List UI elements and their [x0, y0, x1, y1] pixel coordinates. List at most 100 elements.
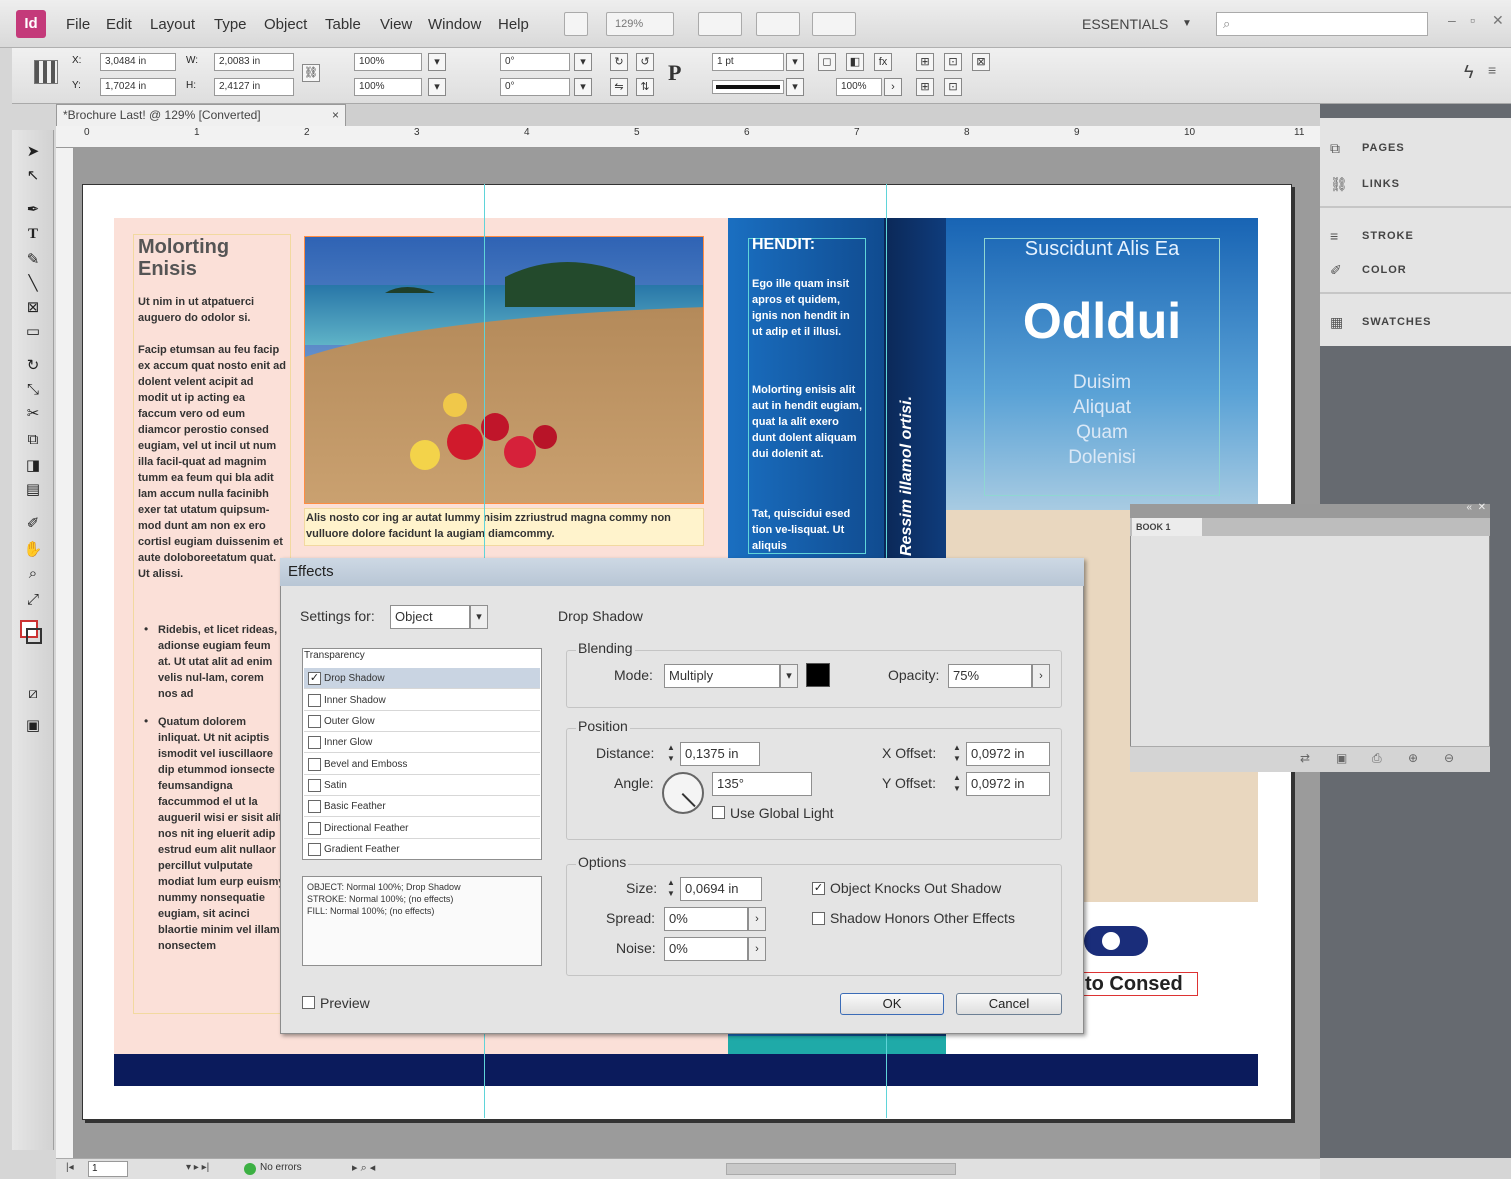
- pencil-tool-icon[interactable]: ✎: [22, 250, 44, 270]
- effects-list-item[interactable]: Outer Glow: [304, 711, 540, 732]
- shear-dropdown-icon[interactable]: ▾: [574, 78, 592, 96]
- hand-tool-icon[interactable]: ✋: [22, 540, 44, 560]
- direct-selection-tool-icon[interactable]: ↖: [22, 166, 44, 186]
- angle-dial[interactable]: [662, 772, 704, 814]
- line-tool-icon[interactable]: ╲: [22, 274, 44, 294]
- x-field[interactable]: 3,0484 in: [100, 53, 176, 71]
- scale-y-field[interactable]: 100%: [354, 78, 422, 96]
- synchronize-icon[interactable]: ⇄: [1300, 751, 1310, 765]
- checkbox[interactable]: [308, 736, 321, 749]
- honors-effects-checkbox[interactable]: [812, 912, 825, 925]
- scale-x-dropdown-icon[interactable]: ▾: [428, 53, 446, 71]
- x-offset-field[interactable]: 0,0972 in: [966, 742, 1050, 766]
- menu-table[interactable]: Table: [325, 16, 361, 33]
- zoom-select[interactable]: 129%: [606, 12, 674, 36]
- lightning-icon[interactable]: ϟ: [1464, 62, 1474, 83]
- select-container-icon[interactable]: ◻: [818, 53, 836, 71]
- noise-field[interactable]: 0%: [664, 937, 748, 961]
- dock-item-color[interactable]: COLOR: [1362, 264, 1407, 276]
- stroke-type-select[interactable]: [712, 80, 784, 94]
- checkbox[interactable]: [308, 694, 321, 707]
- menu-file[interactable]: File: [66, 16, 90, 33]
- size-field[interactable]: 0,0694 in: [680, 877, 762, 901]
- gradient-tool-icon[interactable]: ◨: [22, 456, 44, 476]
- beach-photo[interactable]: [304, 236, 704, 504]
- stroke-swatch-icon[interactable]: [26, 628, 42, 644]
- reference-point-icon[interactable]: [34, 60, 58, 84]
- menu-type[interactable]: Type: [214, 16, 247, 33]
- pen-tool-icon[interactable]: ✒: [22, 200, 44, 220]
- chevron-down-icon[interactable]: ▼: [1182, 18, 1192, 29]
- menu-object[interactable]: Object: [264, 16, 307, 33]
- flip-vertical-icon[interactable]: ⇅: [636, 78, 654, 96]
- height-field[interactable]: 2,4127 in: [214, 78, 294, 96]
- free-transform-tool-icon[interactable]: ⧉: [22, 430, 44, 450]
- effects-list-item[interactable]: Gradient Feather: [304, 839, 540, 860]
- chevron-down-icon[interactable]: ▾: [470, 605, 488, 629]
- center-content-icon[interactable]: ⊠: [972, 53, 990, 71]
- rotate-cw-icon[interactable]: ↻: [610, 53, 628, 71]
- y-offset-field[interactable]: 0,0972 in: [966, 772, 1050, 796]
- menu-layout[interactable]: Layout: [150, 16, 195, 33]
- stepper-icon[interactable]: ▲ ▼: [666, 742, 676, 764]
- document-tab[interactable]: *Brochure Last! @ 129% [Converted] ×: [56, 104, 346, 126]
- opacity-field[interactable]: 75%: [948, 664, 1032, 688]
- chevron-right-icon[interactable]: ›: [1032, 664, 1050, 688]
- effects-list-item[interactable]: Satin: [304, 775, 540, 796]
- type-tool-icon[interactable]: T: [22, 224, 44, 244]
- effects-list-item[interactable]: Basic Feather: [304, 796, 540, 817]
- fit-proportionally-icon[interactable]: ⊡: [944, 78, 962, 96]
- note-tool-icon[interactable]: ▤: [22, 480, 44, 500]
- preview-checkbox[interactable]: [302, 996, 315, 1009]
- first-page-icon[interactable]: |◂: [66, 1162, 74, 1173]
- scale-y-dropdown-icon[interactable]: ▾: [428, 78, 446, 96]
- opacity-field[interactable]: 100%: [836, 78, 882, 96]
- measure-tool-icon[interactable]: ⤢: [22, 590, 44, 610]
- save-book-icon[interactable]: ▣: [1336, 751, 1347, 765]
- shadow-color-swatch[interactable]: [806, 663, 830, 687]
- scale-tool-icon[interactable]: ⤡: [22, 380, 44, 400]
- dock-item-pages[interactable]: PAGES: [1362, 142, 1405, 154]
- checkbox[interactable]: [308, 715, 321, 728]
- page-nav-icon[interactable]: ▾ ▸ ▸|: [186, 1162, 209, 1173]
- dock-item-links[interactable]: LINKS: [1362, 178, 1400, 190]
- bridge-icon[interactable]: [564, 12, 588, 36]
- menu-window[interactable]: Window: [428, 16, 481, 33]
- effects-list-item[interactable]: Directional Feather: [304, 818, 540, 839]
- flip-horizontal-icon[interactable]: ⇋: [610, 78, 628, 96]
- menu-help[interactable]: Help: [498, 16, 529, 33]
- search-input[interactable]: ⌕: [1216, 12, 1428, 36]
- effects-list-item[interactable]: Bevel and Emboss: [304, 754, 540, 775]
- ok-button[interactable]: OK: [840, 993, 944, 1015]
- rotate-dropdown-icon[interactable]: ▾: [574, 53, 592, 71]
- y-field[interactable]: 1,7024 in: [100, 78, 176, 96]
- use-global-light-checkbox[interactable]: [712, 806, 725, 819]
- rotate-tool-icon[interactable]: ↻: [22, 356, 44, 376]
- angle-field[interactable]: 135°: [712, 772, 812, 796]
- checkbox[interactable]: [308, 779, 321, 792]
- checkbox[interactable]: [308, 800, 321, 813]
- screen-mode-icon[interactable]: [756, 12, 800, 36]
- rectangle-frame-tool-icon[interactable]: ⊠: [22, 298, 44, 318]
- distance-field[interactable]: 0,1375 in: [680, 742, 760, 766]
- menu-view[interactable]: View: [380, 16, 412, 33]
- horizontal-scrollbar[interactable]: [726, 1163, 956, 1175]
- rectangle-tool-icon[interactable]: ▭: [22, 322, 44, 342]
- preflight-menu-icon[interactable]: ▸ ⌕ ◂: [352, 1161, 375, 1175]
- effects-list-item[interactable]: Inner Glow: [304, 732, 540, 753]
- collapse-icon[interactable]: «: [1466, 502, 1472, 513]
- screen-mode-tool-icon[interactable]: ▣: [22, 716, 44, 736]
- rotate-ccw-icon[interactable]: ↺: [636, 53, 654, 71]
- minimize-icon[interactable]: –: [1448, 12, 1456, 28]
- stroke-weight-field[interactable]: 1 pt: [712, 53, 784, 71]
- zoom-tool-icon[interactable]: ⌕: [22, 564, 44, 584]
- paragraph-icon[interactable]: P: [668, 60, 681, 86]
- fill-frame-icon[interactable]: ⊞: [916, 78, 934, 96]
- arrange-documents-icon[interactable]: [812, 12, 856, 36]
- drop-shadow-icon[interactable]: ◧: [846, 53, 864, 71]
- cancel-button[interactable]: Cancel: [956, 993, 1062, 1015]
- stepper-icon[interactable]: ▲ ▼: [952, 742, 962, 764]
- stepper-icon[interactable]: ▲ ▼: [666, 877, 676, 899]
- print-book-icon[interactable]: ⎙: [1372, 751, 1382, 766]
- mode-select[interactable]: Multiply: [664, 664, 780, 688]
